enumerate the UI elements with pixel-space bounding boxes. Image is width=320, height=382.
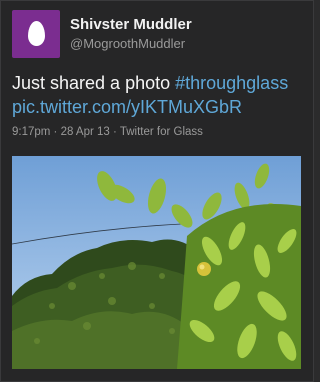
tweet-text-body: Just shared a photo: [12, 73, 176, 93]
attached-photo[interactable]: [12, 156, 301, 369]
author-screen-name[interactable]: @MogroothMuddler: [70, 36, 185, 51]
photo-link[interactable]: pic.twitter.com/yIKTMuXGbR: [12, 97, 242, 117]
hashtag-link[interactable]: #throughglass: [175, 73, 288, 93]
photo-image: [12, 156, 301, 369]
author-display-name[interactable]: Shivster Muddler: [70, 16, 192, 33]
tweet-text: Just shared a photo #throughglass pic.tw…: [12, 71, 308, 119]
tweet-meta: 9:17pm · 28 Apr 13 · Twitter for Glass: [12, 126, 203, 138]
avatar[interactable]: [12, 10, 60, 58]
default-egg-icon: [28, 21, 45, 46]
tweet-card: Shivster Muddler @MogroothMuddler Just s…: [0, 0, 314, 382]
